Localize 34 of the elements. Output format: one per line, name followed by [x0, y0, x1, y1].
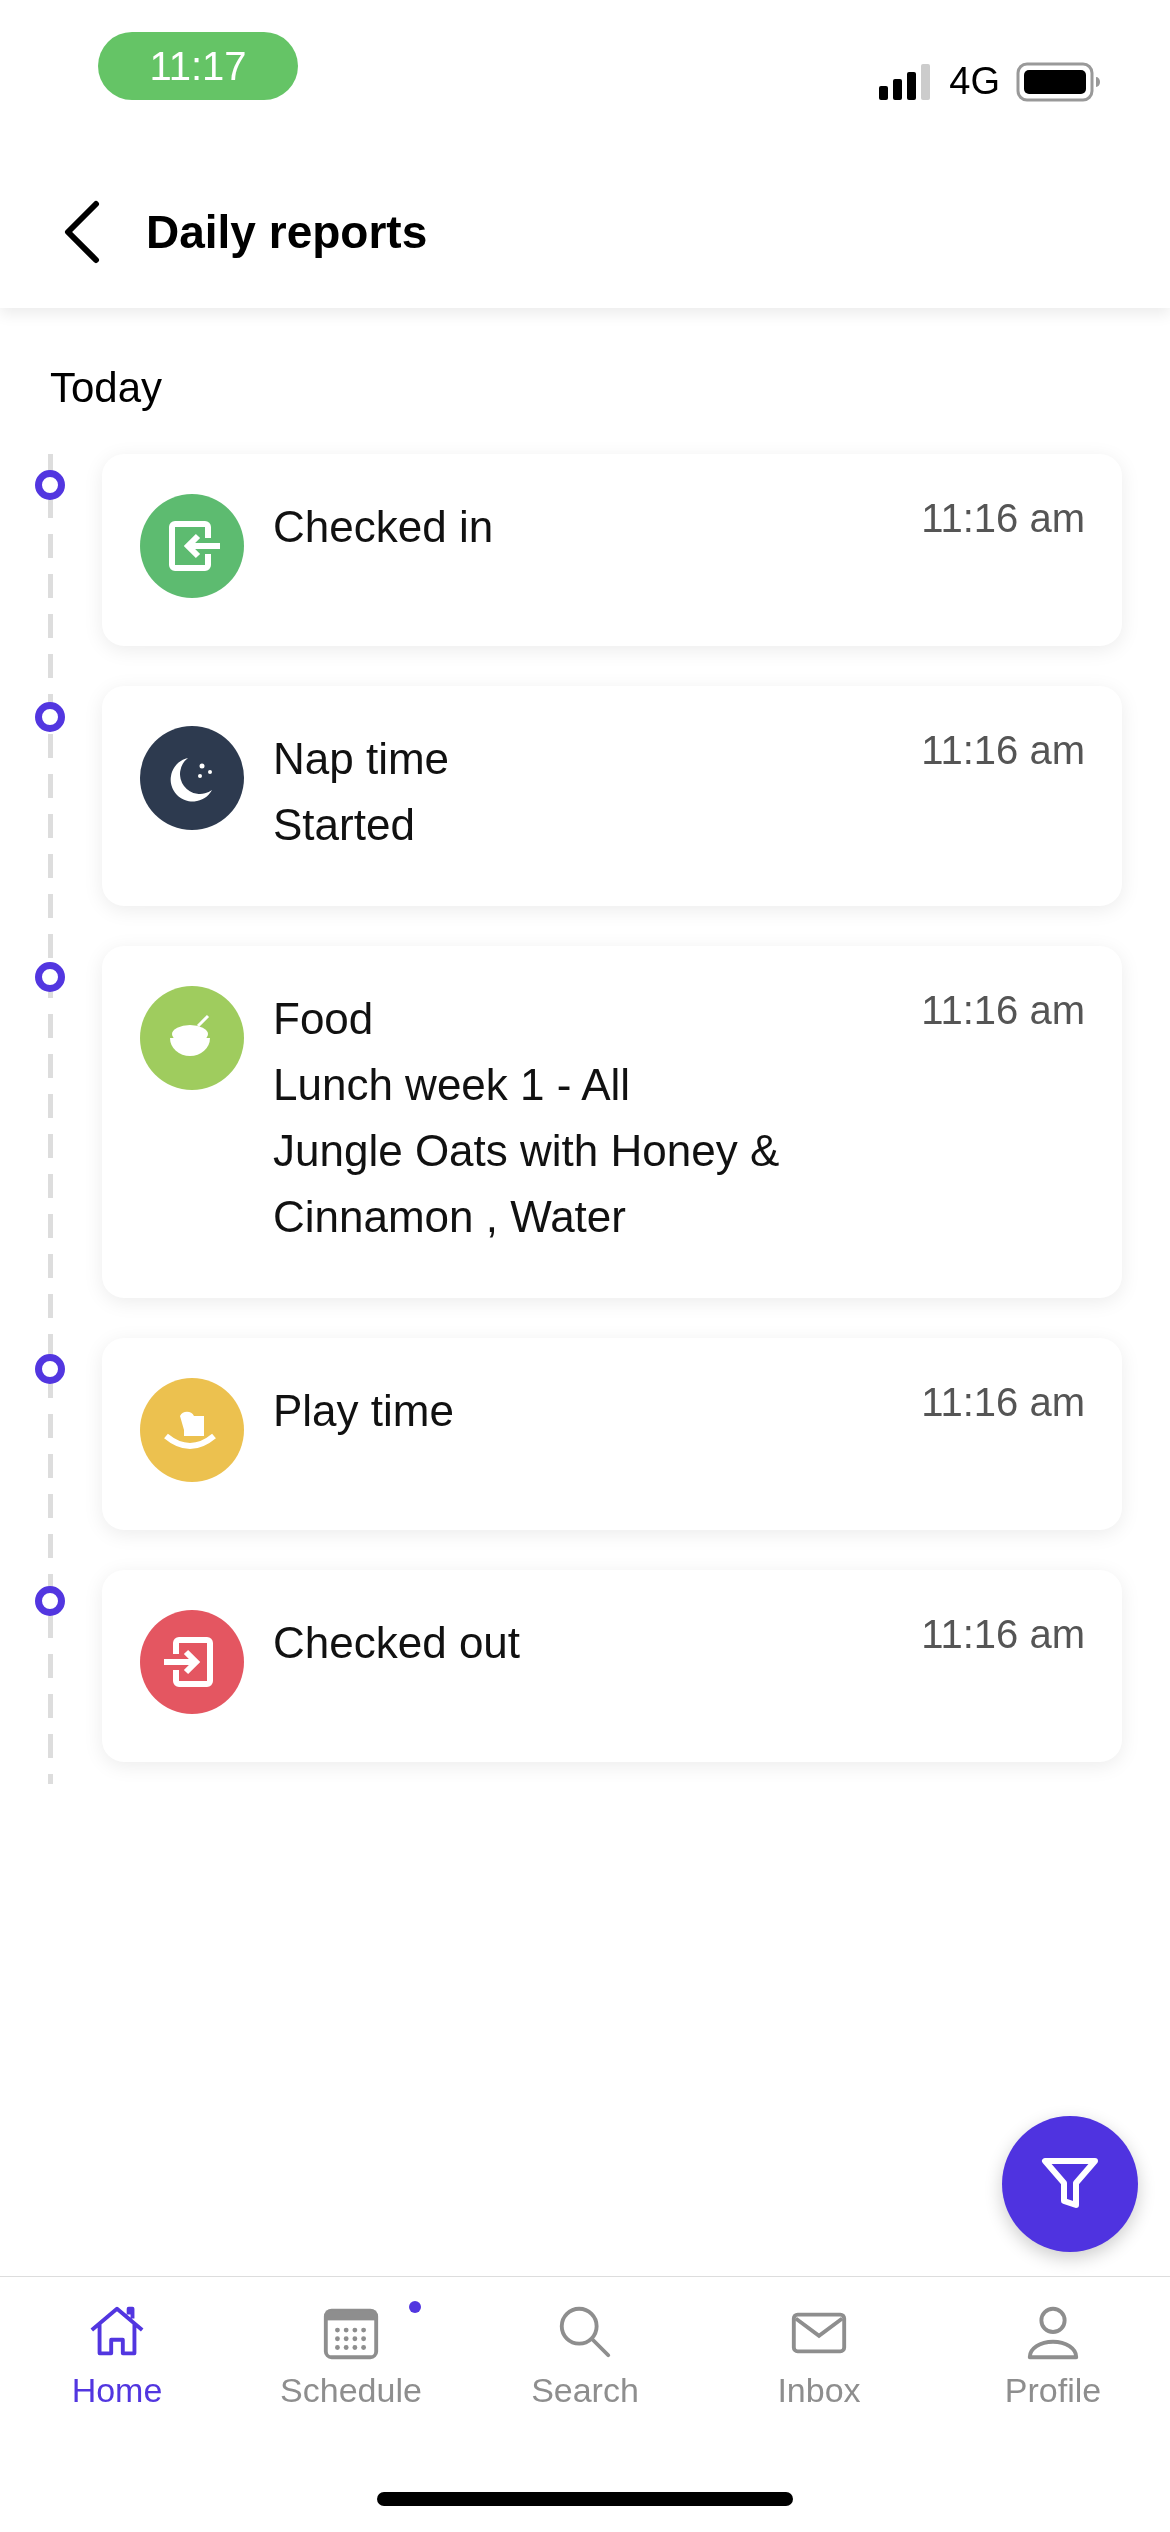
report-time: 11:16 am — [921, 1612, 1085, 1657]
report-card[interactable]: Checked out 11:16 am — [102, 1570, 1122, 1762]
report-card[interactable]: Checked in 11:16 am — [102, 454, 1122, 646]
report-text: Jungle Oats with Honey & Cinnamon , Water — [273, 1125, 781, 1243]
report-time: 11:16 am — [921, 1380, 1085, 1425]
nap-icon — [140, 726, 244, 830]
report-text: Started — [273, 799, 415, 851]
section-title: Today — [50, 364, 163, 412]
battery-icon — [1016, 61, 1100, 102]
timeline-dot — [35, 702, 65, 732]
checkin-icon — [140, 494, 244, 598]
report-time: 11:16 am — [921, 496, 1085, 541]
report-text: Nap time — [273, 733, 450, 785]
timeline-dot — [35, 470, 65, 500]
food-icon — [140, 986, 244, 1090]
status-time: 11:17 — [98, 32, 298, 100]
network-label: 4G — [949, 60, 1000, 103]
report-text: Food — [273, 993, 374, 1045]
timeline-dot — [35, 962, 65, 992]
report-time: 11:16 am — [921, 728, 1085, 773]
checkout-icon — [140, 1610, 244, 1714]
report-text: Checked in — [273, 501, 494, 553]
page-title: Daily reports — [146, 205, 428, 259]
report-card[interactable]: Food Lunch week 1 - All Jungle Oats with Honey & Cinnamon , Water 11:16 am — [102, 946, 1122, 1298]
timeline-dot — [35, 1354, 65, 1384]
report-text: Lunch week 1 - All — [273, 1059, 631, 1111]
timeline-dot — [35, 1586, 65, 1616]
back-icon[interactable] — [62, 200, 102, 264]
report-card[interactable]: Play time 11:16 am — [102, 1338, 1122, 1530]
report-text: Play time — [273, 1385, 454, 1437]
report-card[interactable]: Nap time Started 11:16 am — [102, 686, 1122, 906]
report-time: 11:16 am — [921, 988, 1085, 1033]
report-text: Checked out — [273, 1617, 521, 1669]
tab-item[interactable]: Home — [0, 2301, 234, 2410]
